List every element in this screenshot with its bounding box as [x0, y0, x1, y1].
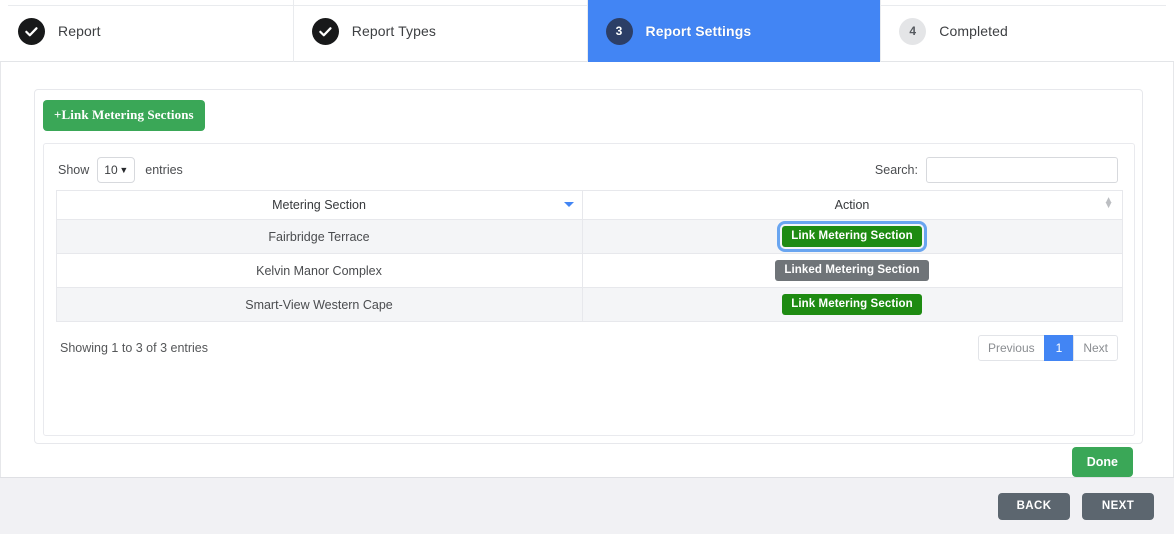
linked-metering-section-button: Linked Metering Section [775, 260, 929, 281]
cell-action: Link Metering Section [581, 287, 1123, 322]
wizard-step-report[interactable]: Report [0, 0, 294, 62]
cell-metering-section: Kelvin Manor Complex [55, 253, 583, 288]
table-row: Kelvin Manor Complex Linked Metering Sec… [55, 253, 1123, 288]
sort-ascending-icon [563, 202, 574, 207]
entries-info: Showing 1 to 3 of 3 entries [60, 341, 209, 355]
done-button[interactable]: Done [1071, 447, 1133, 477]
column-header-label: Action [834, 198, 870, 212]
cell-metering-section: Smart-View Western Cape [55, 287, 583, 322]
metering-sections-datatable: Show 10 ▼ entries Search: Metering Secti… [43, 143, 1135, 436]
wizard-step-completed[interactable]: 4 Completed [881, 0, 1174, 62]
cell-action: Linked Metering Section [581, 253, 1123, 288]
back-button[interactable]: BACK [998, 492, 1070, 520]
datatable-footer: Showing 1 to 3 of 3 entries Previous 1 N… [44, 322, 1134, 361]
done-button-row: Done [1071, 447, 1133, 477]
pagination: Previous 1 Next [977, 335, 1118, 361]
wizard-steps: Report Report Types 3 Report Settings 4 … [0, 0, 1174, 62]
column-header-action[interactable]: Action ▲ ▼ [581, 190, 1123, 220]
wizard-step-report-settings[interactable]: 3 Report Settings [587, 0, 882, 62]
page-body: +Link Metering Sections Show 10 ▼ entrie… [0, 62, 1174, 477]
search-label: Search: [874, 163, 918, 177]
link-metering-section-button[interactable]: Link Metering Section [782, 294, 922, 315]
link-metering-sections-button[interactable]: +Link Metering Sections [43, 100, 205, 131]
wizard-step-report-types[interactable]: Report Types [294, 0, 588, 62]
show-label: Show [58, 163, 90, 177]
sort-both-icon: ▲ ▼ [1103, 195, 1114, 211]
wizard-step-label: Report [58, 23, 101, 39]
link-metering-section-button[interactable]: Link Metering Section [777, 221, 927, 252]
datatable-search: Search: [875, 157, 1118, 183]
entries-per-page-value: 10 [104, 163, 118, 177]
next-button[interactable]: NEXT [1082, 492, 1154, 520]
pagination-next[interactable]: Next [1073, 335, 1118, 361]
table-row: Smart-View Western Cape Link Metering Se… [55, 287, 1123, 322]
datatable-controls: Show 10 ▼ entries Search: [44, 144, 1134, 184]
pagination-previous[interactable]: Previous [977, 335, 1045, 361]
column-header-metering-section[interactable]: Metering Section [55, 190, 583, 220]
column-header-label: Metering Section [272, 198, 366, 212]
wizard-footer: BACK NEXT [0, 477, 1174, 534]
wizard-step-label: Report Settings [645, 23, 752, 39]
entries-label: entries [145, 163, 183, 177]
search-input[interactable] [926, 157, 1118, 183]
pagination-page-1[interactable]: 1 [1043, 335, 1075, 361]
entries-length-control: Show 10 ▼ entries [58, 157, 183, 183]
step-number-badge: 4 [899, 17, 927, 45]
wizard-step-label: Completed [939, 23, 1008, 39]
report-settings-card: +Link Metering Sections Show 10 ▼ entrie… [34, 89, 1143, 477]
chevron-down-icon: ▼ [119, 165, 129, 175]
step-number-badge: 3 [605, 17, 633, 45]
check-icon [311, 17, 339, 45]
cell-metering-section: Fairbridge Terrace [55, 219, 583, 254]
table-row: Fairbridge Terrace Link Metering Section [55, 219, 1123, 254]
wizard-step-label: Report Types [351, 23, 436, 39]
cell-action: Link Metering Section [581, 219, 1123, 254]
entries-per-page-select[interactable]: 10 ▼ [97, 157, 136, 183]
table-header-row: Metering Section Action ▲ ▼ [55, 190, 1123, 220]
metering-sections-table: Metering Section Action ▲ ▼ Fairbridge T… [55, 190, 1123, 322]
check-icon [18, 17, 45, 45]
